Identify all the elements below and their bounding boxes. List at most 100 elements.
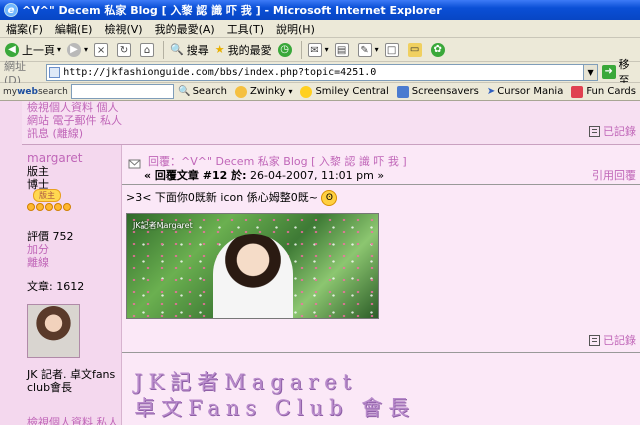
- signature: JK記者Magaret 卓文Fans Club 會長: [134, 370, 416, 420]
- chevron-down-icon: ▾: [288, 87, 293, 96]
- smiley-icon: ʘ: [321, 190, 338, 206]
- go-arrow-icon: ➜: [601, 65, 616, 79]
- toolbar-divider: [163, 40, 165, 59]
- poster-status: 離線: [27, 256, 49, 269]
- profile-links-line[interactable]: 檢視個人資料 私人: [27, 416, 119, 425]
- rank-stars: [27, 203, 71, 211]
- poster-karma: 評價 752: [27, 230, 74, 243]
- recorded-link[interactable]: 已記錄: [589, 332, 636, 348]
- address-url: http://jkfashionguide.com/bbs/index.php?…: [63, 66, 377, 78]
- message-icon: [128, 159, 141, 169]
- star-icon: [63, 203, 71, 211]
- star-icon: [45, 203, 53, 211]
- screensavers-button[interactable]: Screensavers: [393, 85, 483, 98]
- messenger-icon: ✿: [430, 42, 445, 57]
- star-icon: ★: [214, 43, 225, 56]
- moderator-badge: 版主: [33, 189, 61, 202]
- post-image: JK記者Margaret: [126, 213, 379, 319]
- profile-links-line[interactable]: 網站 電子郵件 私人: [27, 114, 127, 127]
- forward-arrow-icon: ▶: [67, 42, 82, 57]
- fun-cards-button[interactable]: Fun Cards: [567, 85, 640, 98]
- menu-view[interactable]: 檢視(V): [98, 21, 148, 37]
- post-body: >3< 下面你0既新 icon 係心姆整0既~ ʘ: [126, 189, 338, 206]
- previous-post-profile-links: 檢視個人資料 個人 網站 電子郵件 私人 訊息 (離線): [27, 101, 127, 140]
- stop-icon: ×: [94, 42, 109, 57]
- standard-toolbar: ◀ 上一頁 ▾ ▶ ▾ × ↻ ⌂ 🔍 搜尋 ★ 我的最愛 ◷ ✉ ▾ ▤ ✎ ▾ …: [0, 38, 640, 62]
- star-icon: [27, 203, 35, 211]
- messenger-button[interactable]: ✿: [428, 40, 451, 60]
- forward-button[interactable]: ▶ ▾: [64, 40, 91, 60]
- post-12: margaret 版主 博士 版主 評價 752 加分 離線 文章: 1612 …: [22, 145, 640, 425]
- menu-tools[interactable]: 工具(T): [221, 21, 270, 37]
- edit-icon: ✎: [357, 42, 372, 57]
- recorded-link[interactable]: 已記錄: [589, 123, 636, 139]
- monitor-icon: [396, 85, 409, 98]
- window-titlebar[interactable]: e ^V^" Decem 私家 Blog [ 入黎 認 識 吓 我 ] - Mi…: [0, 0, 640, 20]
- report-icon: [589, 125, 600, 137]
- smiley-central-button[interactable]: Smiley Central: [296, 85, 392, 98]
- post-content: 回覆：^V^" Decem 私家 Blog [ 入黎 認 識 吓 我 ] « 回…: [122, 145, 640, 425]
- print-icon: ▤: [334, 42, 349, 57]
- back-arrow-icon: ◀: [5, 42, 19, 57]
- poster-post-count: 文章: 1612: [27, 280, 85, 293]
- back-button[interactable]: ◀ 上一頁 ▾: [2, 40, 64, 60]
- zwinky-button[interactable]: Zwinky ▾: [231, 85, 297, 98]
- search-button[interactable]: 🔍 搜尋: [167, 40, 212, 60]
- quote-reply-link[interactable]: 引用回覆: [592, 167, 636, 183]
- profile-links-line[interactable]: 檢視個人資料 個人: [27, 101, 127, 114]
- websearch-search-button[interactable]: 🔍 Search: [174, 86, 231, 97]
- photo-caption: JK記者Margaret: [133, 221, 193, 230]
- page-icon: [49, 66, 61, 78]
- folder-button[interactable]: ▭: [405, 40, 428, 60]
- report-icon: [589, 334, 600, 346]
- chevron-down-icon: ▾: [374, 45, 379, 54]
- address-bar: 網址(D) http://jkfashionguide.com/bbs/inde…: [0, 58, 640, 87]
- avatar: [27, 304, 80, 358]
- stop-button[interactable]: ×: [91, 40, 114, 60]
- refresh-button[interactable]: ↻: [114, 40, 137, 60]
- ie-logo-icon: e: [4, 3, 18, 17]
- cursor-icon: ➤: [486, 86, 496, 97]
- refresh-icon: ↻: [117, 42, 132, 57]
- toolbar-divider: [300, 40, 302, 59]
- smiley-icon: [300, 85, 313, 98]
- photo-person: [213, 234, 293, 318]
- karma-add-link[interactable]: 加分: [27, 243, 49, 256]
- poster-bio: JK 記者. 卓文fans club會長: [27, 368, 116, 394]
- menu-bar: 檔案(F) 編輯(E) 檢視(V) 我的最愛(A) 工具(T) 說明(H): [0, 20, 640, 38]
- profile-links-line[interactable]: 訊息 (離線): [27, 127, 127, 140]
- search-icon: 🔍: [170, 43, 184, 56]
- websearch-toolbar: mywebsearch 🔍 Search Zwinky ▾ Smiley Cen…: [0, 83, 640, 101]
- signature-divider: [122, 352, 640, 353]
- websearch-input[interactable]: [70, 84, 175, 99]
- chevron-down-icon: ▾: [324, 45, 329, 54]
- folder-icon: ▭: [407, 42, 422, 57]
- history-button[interactable]: ◷: [275, 40, 298, 60]
- history-icon: ◷: [277, 42, 292, 57]
- print-button[interactable]: ▤: [332, 40, 355, 60]
- favorites-button[interactable]: ★ 我的最愛: [212, 40, 275, 60]
- chevron-down-icon: ▾: [84, 45, 89, 54]
- websearch-logo: mywebsearch: [3, 86, 68, 97]
- card-icon: [571, 85, 584, 98]
- star-icon: [54, 203, 62, 211]
- menu-edit[interactable]: 編輯(E): [49, 21, 99, 37]
- menu-file[interactable]: 檔案(F): [0, 21, 49, 37]
- menu-help[interactable]: 說明(H): [270, 21, 321, 37]
- edit-button[interactable]: ✎ ▾: [355, 40, 382, 60]
- address-input[interactable]: http://jkfashionguide.com/bbs/index.php?…: [46, 63, 585, 81]
- divider: [122, 184, 640, 185]
- address-dropdown[interactable]: ▼: [584, 63, 598, 81]
- discuss-button[interactable]: □: [382, 40, 405, 60]
- post-meta: « 回覆文章 #12 於: 26-04-2007, 11:01 pm »: [144, 169, 385, 182]
- cursor-mania-button[interactable]: ➤ Cursor Mania: [483, 86, 567, 97]
- star-icon: [36, 203, 44, 211]
- previous-post: 檢視個人資料 個人 網站 電子郵件 私人 訊息 (離線) 已記錄: [22, 101, 640, 145]
- mail-button[interactable]: ✉ ▾: [305, 40, 332, 60]
- search-icon: 🔍: [178, 86, 191, 97]
- poster-username[interactable]: margaret: [27, 151, 83, 165]
- menu-favorites[interactable]: 我的最愛(A): [149, 21, 221, 37]
- home-button[interactable]: ⌂: [137, 40, 160, 60]
- page-margin: [0, 101, 22, 425]
- home-icon: ⌂: [140, 42, 155, 57]
